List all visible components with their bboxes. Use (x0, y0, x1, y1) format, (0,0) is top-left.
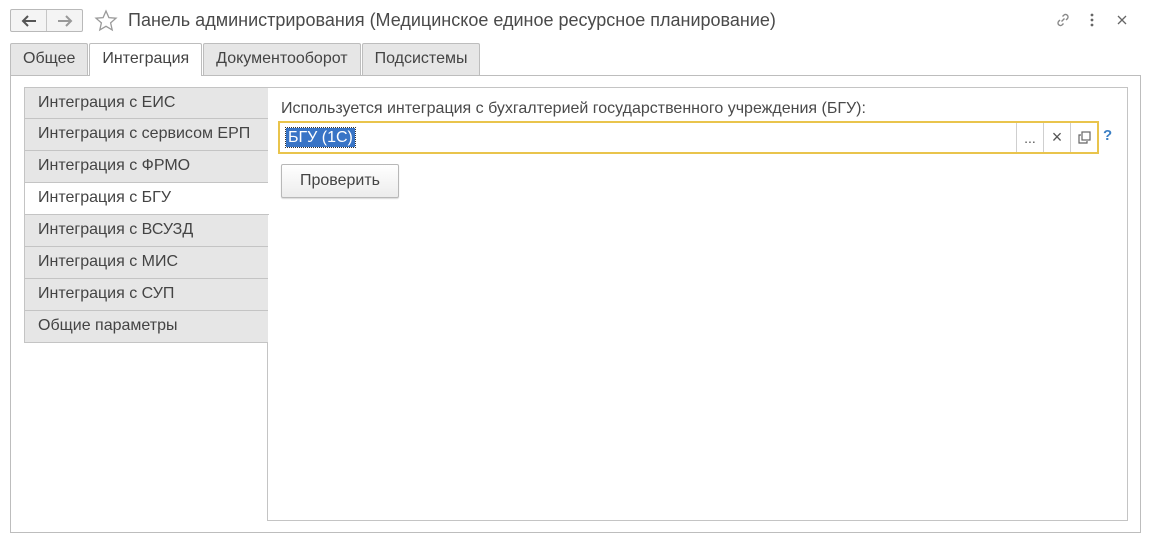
back-button[interactable] (11, 10, 46, 31)
bgu-integration-input[interactable]: БГУ (1С) (280, 126, 1016, 148)
side-tab-list: Интеграция с ЕИС Интеграция с сервисом Е… (24, 87, 269, 343)
help-icon[interactable]: ? (1103, 127, 1112, 144)
check-button[interactable]: Проверить (281, 164, 399, 198)
bgu-integration-field[interactable]: БГУ (1С) ... × (278, 121, 1099, 154)
arrow-right-icon (57, 14, 72, 27)
close-icon (1117, 15, 1127, 25)
close-button[interactable] (1112, 10, 1132, 30)
tab-document-flow[interactable]: Документооборот (203, 43, 361, 75)
side-tab-erp-service[interactable]: Интеграция с сервисом ЕРП (24, 119, 268, 151)
arrow-left-icon (21, 14, 36, 27)
select-button[interactable]: ... (1016, 123, 1043, 152)
more-vertical-icon (1090, 13, 1094, 27)
tab-subsystems[interactable]: Подсистемы (361, 43, 481, 75)
star-icon (94, 9, 118, 32)
window-title: Панель администрирования (Медицинское ед… (128, 10, 776, 30)
tab-integration[interactable]: Интеграция (89, 43, 203, 76)
clear-button[interactable]: × (1043, 123, 1070, 152)
side-tab-sup[interactable]: Интеграция с СУП (24, 279, 268, 311)
side-tab-vsuzd[interactable]: Интеграция с ВСУЗД (24, 215, 268, 247)
side-tab-bgu[interactable]: Интеграция с БГУ (24, 183, 269, 215)
favorite-button[interactable] (94, 9, 118, 33)
bgu-integration-label: Используется интеграция с бухгалтерией г… (281, 100, 866, 117)
navigation-buttons (10, 9, 83, 32)
forward-button[interactable] (46, 10, 82, 31)
link-button[interactable] (1053, 10, 1073, 30)
side-tab-eis[interactable]: Интеграция с ЕИС (24, 87, 268, 119)
open-button[interactable] (1070, 123, 1097, 152)
open-window-icon (1077, 131, 1091, 144)
link-icon (1057, 13, 1069, 27)
more-button[interactable] (1082, 10, 1102, 30)
bgu-integration-value: БГУ (1С) (285, 126, 356, 148)
side-tab-mis[interactable]: Интеграция с МИС (24, 247, 268, 279)
tab-bar: Общее Интеграция Документооборот Подсист… (10, 43, 481, 76)
tab-general[interactable]: Общее (10, 43, 89, 75)
side-tab-general-params[interactable]: Общие параметры (24, 311, 268, 343)
side-tab-frmo[interactable]: Интеграция с ФРМО (24, 151, 268, 183)
